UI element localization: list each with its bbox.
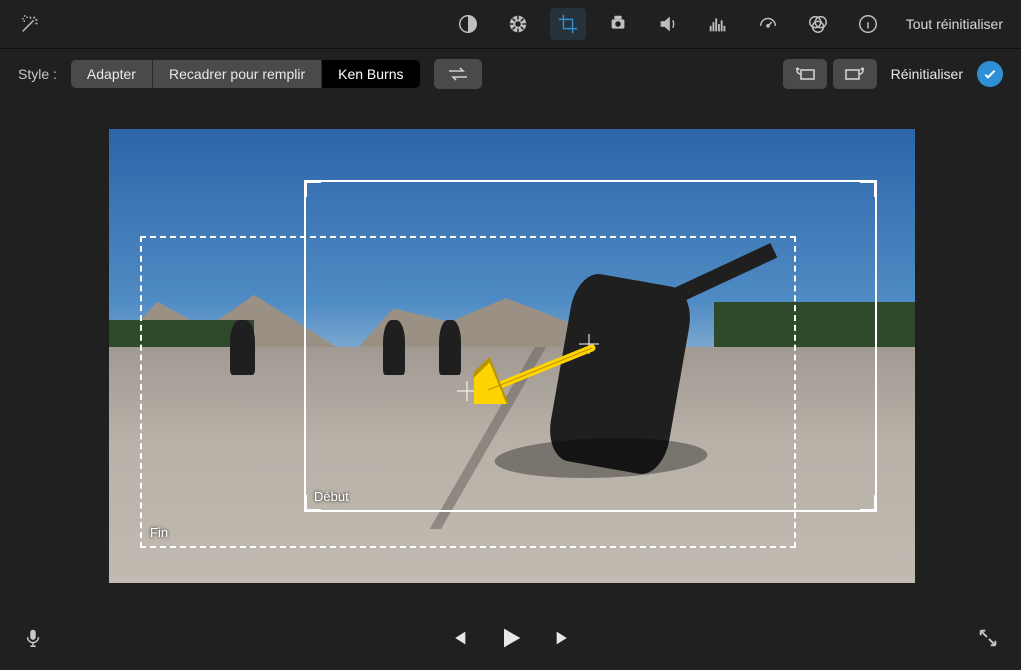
reset-all-button[interactable]: Tout réinitialiser [900,16,1009,32]
prev-frame-button[interactable] [447,627,469,654]
crop-style-toolbar: Style : Adapter Recadrer pour remplir Ke… [0,49,1021,99]
ken-burns-direction-arrow [474,344,614,404]
start-frame-handle-tr[interactable] [860,180,877,197]
style-label: Style : [18,66,57,82]
style-fit-button[interactable]: Adapter [71,60,153,88]
noise-eq-icon[interactable] [700,8,736,40]
swap-start-end-button[interactable] [434,59,482,89]
viewer-area: Fin Début [0,99,1021,610]
inspector-icon-bar: Tout réinitialiser [0,0,1021,49]
style-crop-fill-button[interactable]: Recadrer pour remplir [153,60,322,88]
filters-icon[interactable] [800,8,836,40]
speed-icon[interactable] [750,8,786,40]
style-ken-burns-button[interactable]: Ken Burns [322,60,419,88]
play-button[interactable] [497,624,525,657]
transport-bar [0,610,1021,670]
imovie-crop-panel: Tout réinitialiser Style : Adapter Recad… [0,0,1021,670]
video-viewer[interactable]: Fin Début [109,129,915,583]
end-frame-label: Fin [150,525,168,540]
color-correction-icon[interactable] [500,8,536,40]
fullscreen-button[interactable] [977,627,999,654]
start-frame-handle-br[interactable] [860,495,877,512]
reset-crop-button[interactable]: Réinitialiser [891,66,963,82]
info-icon[interactable] [850,8,886,40]
color-balance-icon[interactable] [450,8,486,40]
start-frame-label: Début [314,489,349,504]
stabilization-icon[interactable] [600,8,636,40]
rotate-cw-button[interactable] [833,59,877,89]
volume-icon[interactable] [650,8,686,40]
crop-icon[interactable] [550,8,586,40]
apply-button[interactable] [977,61,1003,87]
rotate-group [783,59,877,89]
crop-style-segment: Adapter Recadrer pour remplir Ken Burns [71,60,420,88]
auto-enhance-icon[interactable] [12,8,48,40]
voiceover-mic-button[interactable] [22,627,44,654]
start-frame-handle-tl[interactable] [304,180,321,197]
rotate-ccw-button[interactable] [783,59,827,89]
next-frame-button[interactable] [553,627,575,654]
